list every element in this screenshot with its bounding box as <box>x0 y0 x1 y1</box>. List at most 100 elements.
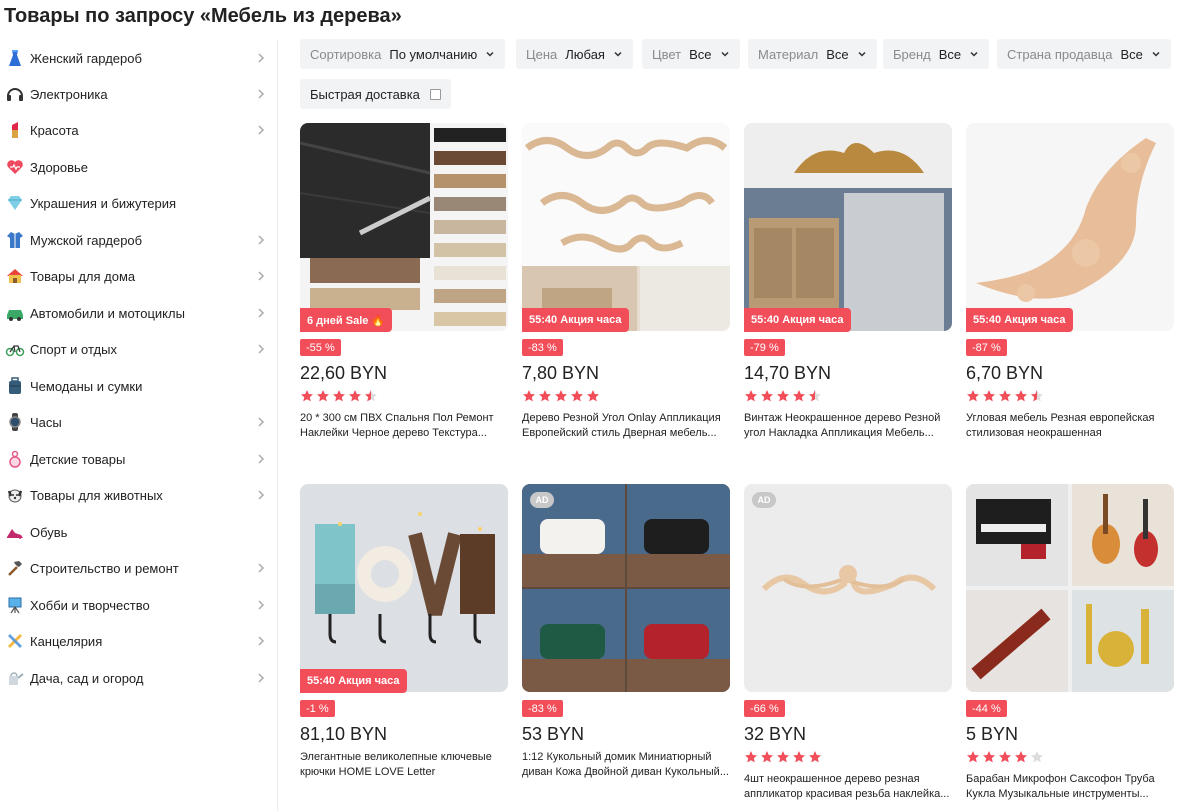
sidebar-item-label: Дача, сад и огород <box>30 670 144 686</box>
brand-filter-dropdown[interactable]: Бренд Все <box>883 39 990 69</box>
product-price: 53 BYN <box>522 724 585 744</box>
product-card[interactable]: 55:40 Акция часа -87 % 6,70 BYN Угловая … <box>966 123 1174 473</box>
product-card[interactable]: 55:40 Акция часа -1 % 81,10 BYN Элегантн… <box>300 484 508 811</box>
product-title[interactable]: Дерево Резной Угол Onlay Аппликация Евро… <box>522 411 730 441</box>
sidebar-item-pets[interactable]: Товары для животных <box>0 477 278 513</box>
bicycle-icon <box>0 331 30 367</box>
sidebar-item-watches[interactable]: Часы <box>0 404 278 440</box>
discount-badge: -44 % <box>966 700 1007 717</box>
sidebar-item-label: Спорт и отдых <box>30 341 117 357</box>
product-title[interactable]: Винтаж Неокрашенное дерево Резной угол Н… <box>744 411 952 441</box>
product-title[interactable]: Барабан Микрофон Саксофон Труба Кукла Му… <box>966 772 1174 802</box>
product-price: 6,70 BYN <box>966 363 1044 383</box>
product-image[interactable] <box>744 484 952 692</box>
product-title[interactable]: 1:12 Кукольный домик Миниатюрный диван К… <box>522 750 730 780</box>
discount-badge: -83 % <box>522 700 563 717</box>
price-filter-dropdown[interactable]: Цена Любая <box>516 39 633 69</box>
ad-badge: AD <box>752 492 776 508</box>
filter-value: Все <box>938 46 962 62</box>
product-price: 14,70 BYN <box>744 363 832 383</box>
sidebar-item-label: Детские товары <box>30 451 126 467</box>
product-card[interactable]: 55:40 Акция часа -83 % 7,80 BYN Дерево Р… <box>522 123 730 473</box>
sidebar-item-bags[interactable]: Чемоданы и сумки <box>0 368 278 404</box>
sidebar-item-shoes[interactable]: Обувь <box>0 514 278 550</box>
sidebar-item-womens-clothing[interactable]: Женский гардероб <box>0 40 278 76</box>
pacifier-icon <box>0 441 30 477</box>
sidebar-item-label: Здоровье <box>30 159 89 175</box>
sidebar-item-jewelry[interactable]: Украшения и бижутерия <box>0 185 278 221</box>
product-image[interactable] <box>300 123 508 331</box>
sidebar-item-label: Красота <box>30 122 79 138</box>
fast-delivery-toggle[interactable]: Быстрая доставка <box>300 79 451 109</box>
chevron-right-icon <box>258 53 265 63</box>
sidebar-item-electronics[interactable]: Электроника <box>0 76 278 112</box>
sort-dropdown[interactable]: Сортировка По умолчанию <box>300 39 506 69</box>
shirt-icon <box>0 222 30 258</box>
watch-icon <box>0 404 30 440</box>
promo-badge: 55:40 Акция часа <box>966 308 1073 332</box>
sidebar-item-label: Канцелярия <box>30 633 103 649</box>
product-card[interactable]: 6 дней Sale 🔥 -55 % 22,60 BYN 20 * 300 с… <box>300 123 508 473</box>
sidebar-item-label: Хобби и творчество <box>30 597 150 613</box>
dress-icon <box>0 40 30 76</box>
product-card[interactable]: AD -83 % 53 BYN 1:12 Кукольный домик Мин… <box>522 484 730 811</box>
sidebar-item-garden[interactable]: Дача, сад и огород <box>0 660 278 696</box>
rating-stars <box>744 750 822 764</box>
product-title[interactable]: Угловая мебель Резная европейская стилиз… <box>966 411 1174 441</box>
sidebar-item-home[interactable]: Товары для дома <box>0 258 278 294</box>
product-price: 7,80 BYN <box>522 363 600 383</box>
headphones-icon <box>0 76 30 112</box>
chevron-down-icon <box>486 51 494 57</box>
product-image[interactable] <box>966 123 1174 331</box>
sidebar-item-label: Мужской гардероб <box>30 232 143 248</box>
promo-badge: 55:40 Акция часа <box>744 308 851 332</box>
sidebar-item-stationery[interactable]: Канцелярия <box>0 623 278 659</box>
rating-stars <box>966 389 1044 403</box>
product-title[interactable]: Элегантные великолепные ключевые крючки … <box>300 750 508 780</box>
discount-badge: -87 % <box>966 339 1007 356</box>
filter-value: По умолчанию <box>389 46 478 62</box>
fast-delivery-checkbox[interactable] <box>429 88 441 100</box>
hammer-icon <box>0 550 30 586</box>
product-title[interactable]: 20 * 300 см ПВХ Спальня Пол Ремонт Накле… <box>300 411 508 441</box>
discount-badge: -83 % <box>522 339 563 356</box>
easel-icon <box>0 587 30 623</box>
promo-badge: 55:40 Акция часа <box>522 308 629 332</box>
rating-stars <box>522 389 600 403</box>
sidebar-item-beauty[interactable]: Красота <box>0 112 278 148</box>
filter-label: Быстрая доставка <box>310 86 420 102</box>
sidebar-item-hobby[interactable]: Хобби и творчество <box>0 587 278 623</box>
filter-label: Цена <box>526 46 558 62</box>
color-filter-dropdown[interactable]: Цвет Все <box>642 39 740 69</box>
product-image[interactable] <box>522 123 730 331</box>
sidebar-item-mens-clothing[interactable]: Мужской гардероб <box>0 222 278 258</box>
sidebar-item-kids[interactable]: Детские товары <box>0 441 278 477</box>
filter-value: Все <box>826 46 849 62</box>
chevron-right-icon <box>258 308 265 318</box>
product-image[interactable] <box>744 123 952 331</box>
sidebar-item-label: Товары для животных <box>30 487 163 503</box>
sidebar-item-label: Автомобили и мотоциклы <box>30 305 185 321</box>
material-filter-dropdown[interactable]: Материал Все <box>748 39 877 69</box>
product-image[interactable] <box>966 484 1174 692</box>
page-title: Товары по запросу «Мебель из дерева» <box>4 5 402 27</box>
sidebar-item-label: Украшения и бижутерия <box>30 195 177 211</box>
filter-label: Страна продавца <box>1007 46 1113 62</box>
product-image[interactable] <box>522 484 730 692</box>
car-icon <box>0 295 30 331</box>
sidebar-item-auto[interactable]: Автомобили и мотоциклы <box>0 295 278 331</box>
product-image[interactable] <box>300 484 508 692</box>
product-title[interactable]: 4шт неокрашенное дерево резная аппликато… <box>744 772 952 802</box>
seller-country-dropdown[interactable]: Страна продавца Все <box>997 39 1171 69</box>
sidebar-item-sport[interactable]: Спорт и отдых <box>0 331 278 367</box>
product-card[interactable]: 55:40 Акция часа -79 % 14,70 BYN Винтаж … <box>744 123 952 473</box>
chevron-right-icon <box>258 417 265 427</box>
chevron-down-icon <box>614 51 622 57</box>
product-card[interactable]: -44 % 5 BYN Барабан Микрофон Саксофон Тр… <box>966 484 1174 811</box>
filter-label: Материал <box>758 46 819 62</box>
rating-stars <box>744 389 822 403</box>
sidebar-item-label: Строительство и ремонт <box>30 560 179 576</box>
sidebar-item-construction[interactable]: Строительство и ремонт <box>0 550 278 586</box>
product-card[interactable]: AD -66 % 32 BYN 4шт неокрашенное дерево … <box>744 484 952 811</box>
sidebar-item-health[interactable]: Здоровье <box>0 149 278 185</box>
